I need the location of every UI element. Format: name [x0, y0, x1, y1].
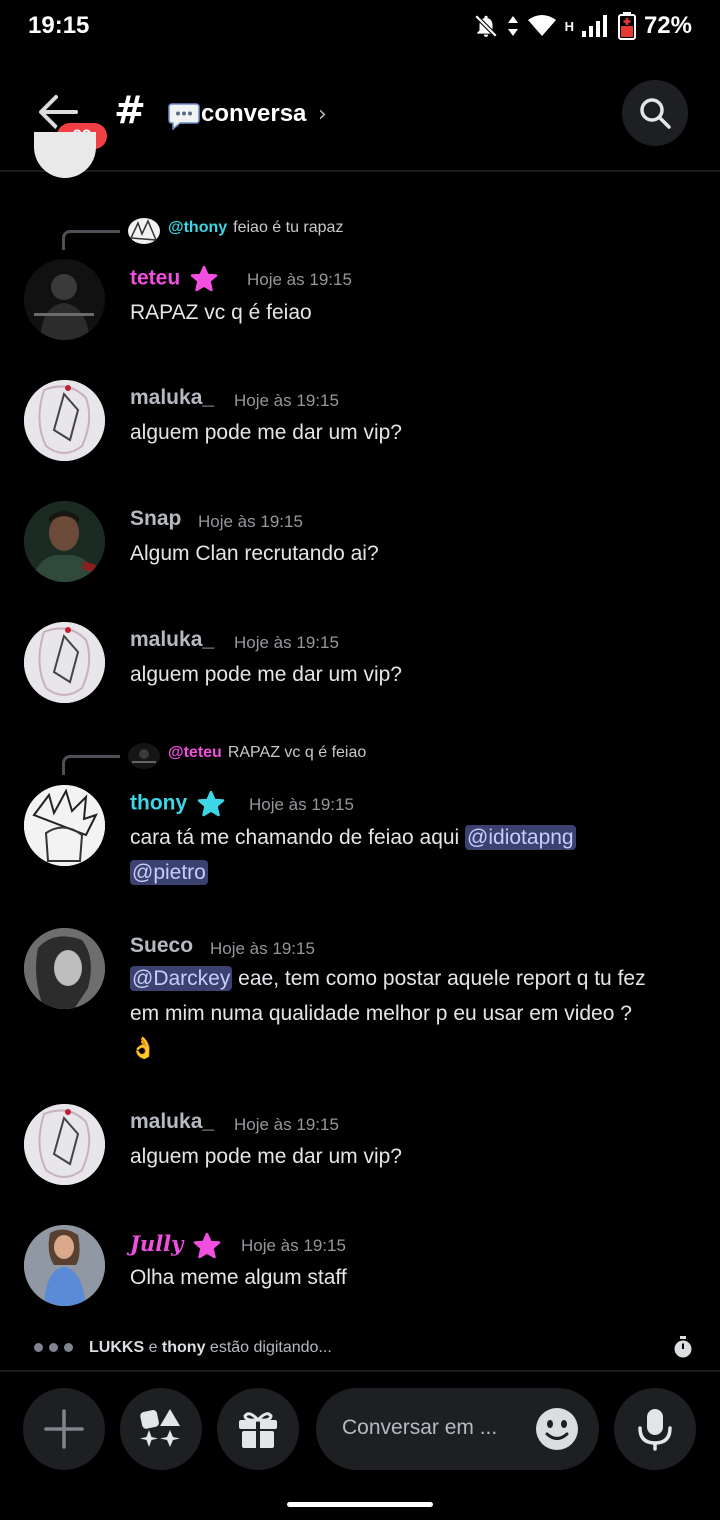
chevron-right-icon[interactable]: › [318, 102, 327, 127]
message-body: @Darckey eae, tem como postar aquele rep… [130, 966, 646, 1060]
message-timestamp: Hoje às 19:15 [198, 512, 303, 531]
home-indicator[interactable] [287, 1502, 433, 1507]
plus-icon [44, 1409, 84, 1449]
reply-text: @teteu RAPAZ vc q é feiao [168, 744, 366, 762]
message-item: Jully Hoje às 19:15 Olha meme algum staf… [0, 1225, 720, 1315]
battery-percent: 72% [643, 12, 692, 39]
reply-content: feiao é tu rapaz [233, 219, 344, 236]
wifi-icon [527, 15, 556, 36]
reply-text: @thony feiao é tu rapaz [168, 219, 343, 237]
voice-message-button[interactable] [614, 1388, 696, 1470]
network-type: H [564, 18, 574, 34]
emoji-picker-icon[interactable] [535, 1407, 579, 1451]
message-input-placeholder: Conversar em ... [342, 1416, 498, 1439]
signal-icon [581, 15, 607, 37]
message-item: Snap Hoje às 19:15 Algum Clan recrutando… [0, 501, 720, 591]
typing-dots-icon [34, 1343, 73, 1352]
message-item: @teteu RAPAZ vc q é feiao thony Hoje às 1… [0, 741, 720, 891]
message-item: maluka_ Hoje às 19:15 alguem pode me dar… [0, 1104, 720, 1194]
message-timestamp: Hoje às 19:15 [210, 939, 315, 958]
avatar[interactable] [24, 501, 105, 582]
message-timestamp: Hoje às 19:15 [234, 633, 339, 652]
message-item: @thony feiao é tu rapaz teteu Hoje às 19:… [0, 216, 720, 346]
message-input[interactable]: Conversar em ... [316, 1388, 599, 1470]
search-icon [640, 98, 671, 129]
reply-content: RAPAZ vc q é feiao [227, 744, 367, 761]
message-author[interactable]: maluka_ [130, 628, 214, 652]
gift-button[interactable] [217, 1388, 299, 1470]
composer-divider [0, 1370, 720, 1372]
status-time: 19:15 [28, 12, 90, 39]
message-author[interactable]: Jully [130, 1231, 221, 1260]
user-mention[interactable]: @idiotapng [465, 825, 576, 850]
microphone-icon [638, 1409, 672, 1451]
role-star-icon [194, 1232, 221, 1258]
message-timestamp: Hoje às 19:15 [234, 391, 339, 410]
avatar[interactable] [24, 622, 105, 703]
avatar[interactable] [24, 259, 105, 340]
apps-button[interactable] [120, 1388, 202, 1470]
reply-author: @thony [168, 219, 228, 236]
message-item: maluka_ Hoje às 19:15 alguem pode me dar… [0, 622, 720, 712]
message-body: alguem pode me dar um vip? [130, 1145, 402, 1168]
message-body: Algum Clan recrutando ai? [130, 542, 379, 565]
header-divider [0, 170, 720, 172]
speech-bubble-icon [168, 103, 200, 130]
avatar[interactable] [24, 1225, 105, 1306]
message-body: alguem pode me dar um vip? [130, 663, 402, 686]
battery-saver-icon [617, 12, 636, 40]
message-author[interactable]: Snap [130, 507, 181, 531]
message-timestamp: Hoje às 19:15 [234, 1115, 339, 1134]
ok-hand-emoji: 👌 [130, 1037, 157, 1060]
message-author[interactable]: maluka_ [130, 386, 214, 410]
channel-name[interactable]: conversa [201, 100, 306, 128]
message-timestamp: Hoje às 19:15 [241, 1236, 346, 1255]
typing-indicator: LUKKS e thony estão digitando... [34, 1336, 694, 1362]
avatar[interactable] [24, 928, 105, 1009]
apps-icon [140, 1409, 180, 1447]
message-timestamp: Hoje às 19:15 [247, 270, 352, 289]
data-arrows-icon [507, 16, 518, 36]
role-star-icon [197, 790, 225, 817]
slowmode-timer-icon[interactable] [672, 1336, 694, 1358]
reply-preview[interactable]: @teteu RAPAZ vc q é feiao [62, 741, 702, 775]
message-item: Sueco Hoje às 19:15 @Darckey eae, tem co… [0, 928, 720, 1068]
avatar[interactable] [24, 1104, 105, 1185]
gift-icon [239, 1412, 277, 1448]
role-star-icon [190, 265, 218, 292]
message-body: Olha meme algum staff [130, 1266, 347, 1289]
reply-author: @teteu [168, 744, 222, 761]
avatar[interactable] [24, 380, 105, 461]
message-body: cara tá me chamando de feiao aqui @idiot… [130, 825, 576, 885]
user-mention[interactable]: @Darckey [130, 966, 233, 991]
message-author[interactable]: Sueco [130, 934, 193, 958]
message-author[interactable]: teteu [130, 265, 218, 293]
status-bar: 19:15 H 72% [0, 0, 720, 56]
reply-avatar [128, 743, 160, 769]
message-timestamp: Hoje às 19:15 [249, 795, 354, 814]
message-composer: Conversar em ... [0, 1388, 720, 1472]
notifications-off-icon [474, 14, 497, 38]
message-body: RAPAZ vc q é feiao [130, 301, 312, 324]
message-body: alguem pode me dar um vip? [130, 421, 402, 444]
avatar[interactable] [24, 785, 105, 866]
message-item: maluka_ Hoje às 19:15 alguem pode me dar… [0, 380, 720, 470]
status-icons: H 72% [473, 12, 692, 40]
typing-text: LUKKS e thony estão digitando... [89, 1339, 332, 1356]
add-attachment-button[interactable] [23, 1388, 105, 1470]
channel-header: 99 # conversa › [0, 70, 720, 170]
reply-avatar [128, 218, 160, 244]
message-author[interactable]: maluka_ [130, 1110, 214, 1134]
reply-preview[interactable]: @thony feiao é tu rapaz [62, 216, 702, 250]
reply-connector [62, 230, 120, 250]
channel-hash-icon: # [114, 88, 146, 132]
search-button[interactable] [622, 80, 688, 146]
message-author[interactable]: thony [130, 790, 225, 818]
user-mention[interactable]: @pietro [130, 860, 208, 885]
reply-connector [62, 755, 120, 775]
